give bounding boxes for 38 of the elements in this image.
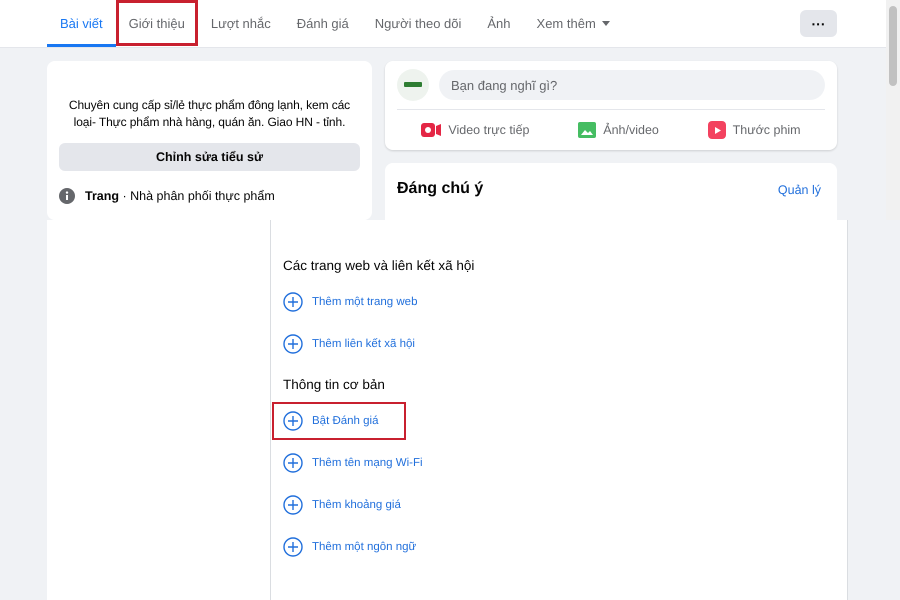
edit-bio-button[interactable]: Chỉnh sửa tiểu sử (59, 143, 360, 171)
reel-icon (708, 121, 726, 139)
bio-text: Chuyên cung cấp sỉ/lẻ thực phẩm đông lạnh, kem các loại- Thực phẩm nhà hàng, quán ăn. Giao HN - tỉnh. (68, 97, 352, 131)
section-heading: Thông tin cơ bản (283, 377, 385, 392)
tab[interactable]: Bài viết (47, 0, 116, 47)
tab[interactable]: Người theo dõi (362, 0, 474, 47)
tab[interactable]: Giới thiệu (116, 0, 198, 46)
add-item-link[interactable]: Thêm một ngôn ngữ (272, 526, 442, 568)
plus-circle-icon (283, 292, 303, 312)
section-title: Đáng chú ý (397, 180, 484, 198)
caret-icon (602, 21, 610, 26)
more-button[interactable]: ··· (800, 10, 837, 37)
tab[interactable]: Đánh giá (284, 0, 362, 47)
post-input[interactable]: Bạn đang nghĩ gì? (439, 70, 825, 100)
tab[interactable]: Xem thêm (524, 0, 623, 47)
photo-icon (578, 121, 596, 139)
plus-circle-icon (283, 334, 303, 354)
plus-circle-icon (283, 411, 303, 431)
add-item-link[interactable]: Thêm liên kết xã hội (272, 323, 440, 365)
video-camera-icon (421, 122, 442, 138)
plus-circle-icon (283, 453, 303, 473)
add-item-link[interactable]: Thêm tên mạng Wi-Fi (272, 442, 448, 484)
add-item-link[interactable]: Bật Đánh giá (272, 402, 406, 440)
scrollbar[interactable] (886, 0, 900, 220)
post-action[interactable]: Ảnh/video (572, 110, 665, 150)
info-icon (59, 188, 75, 204)
post-action[interactable]: Thước phim (702, 110, 807, 150)
plus-circle-icon (283, 495, 303, 515)
plus-circle-icon (283, 537, 303, 557)
avatar-icon (397, 69, 429, 101)
section-heading: Các trang web và liên kết xã hội (283, 258, 474, 273)
page-category: Trang · Nhà phân phối thực phẩm (85, 189, 275, 203)
manage-link[interactable]: Quản lý (778, 183, 821, 197)
tab[interactable]: Lượt nhắc (198, 0, 284, 47)
tab[interactable]: Ảnh (474, 0, 524, 47)
add-item-link[interactable]: Thêm một trang web (272, 281, 442, 323)
post-action[interactable]: Video trực tiếp (415, 110, 536, 150)
add-item-link[interactable]: Thêm khoảng giá (272, 484, 426, 526)
